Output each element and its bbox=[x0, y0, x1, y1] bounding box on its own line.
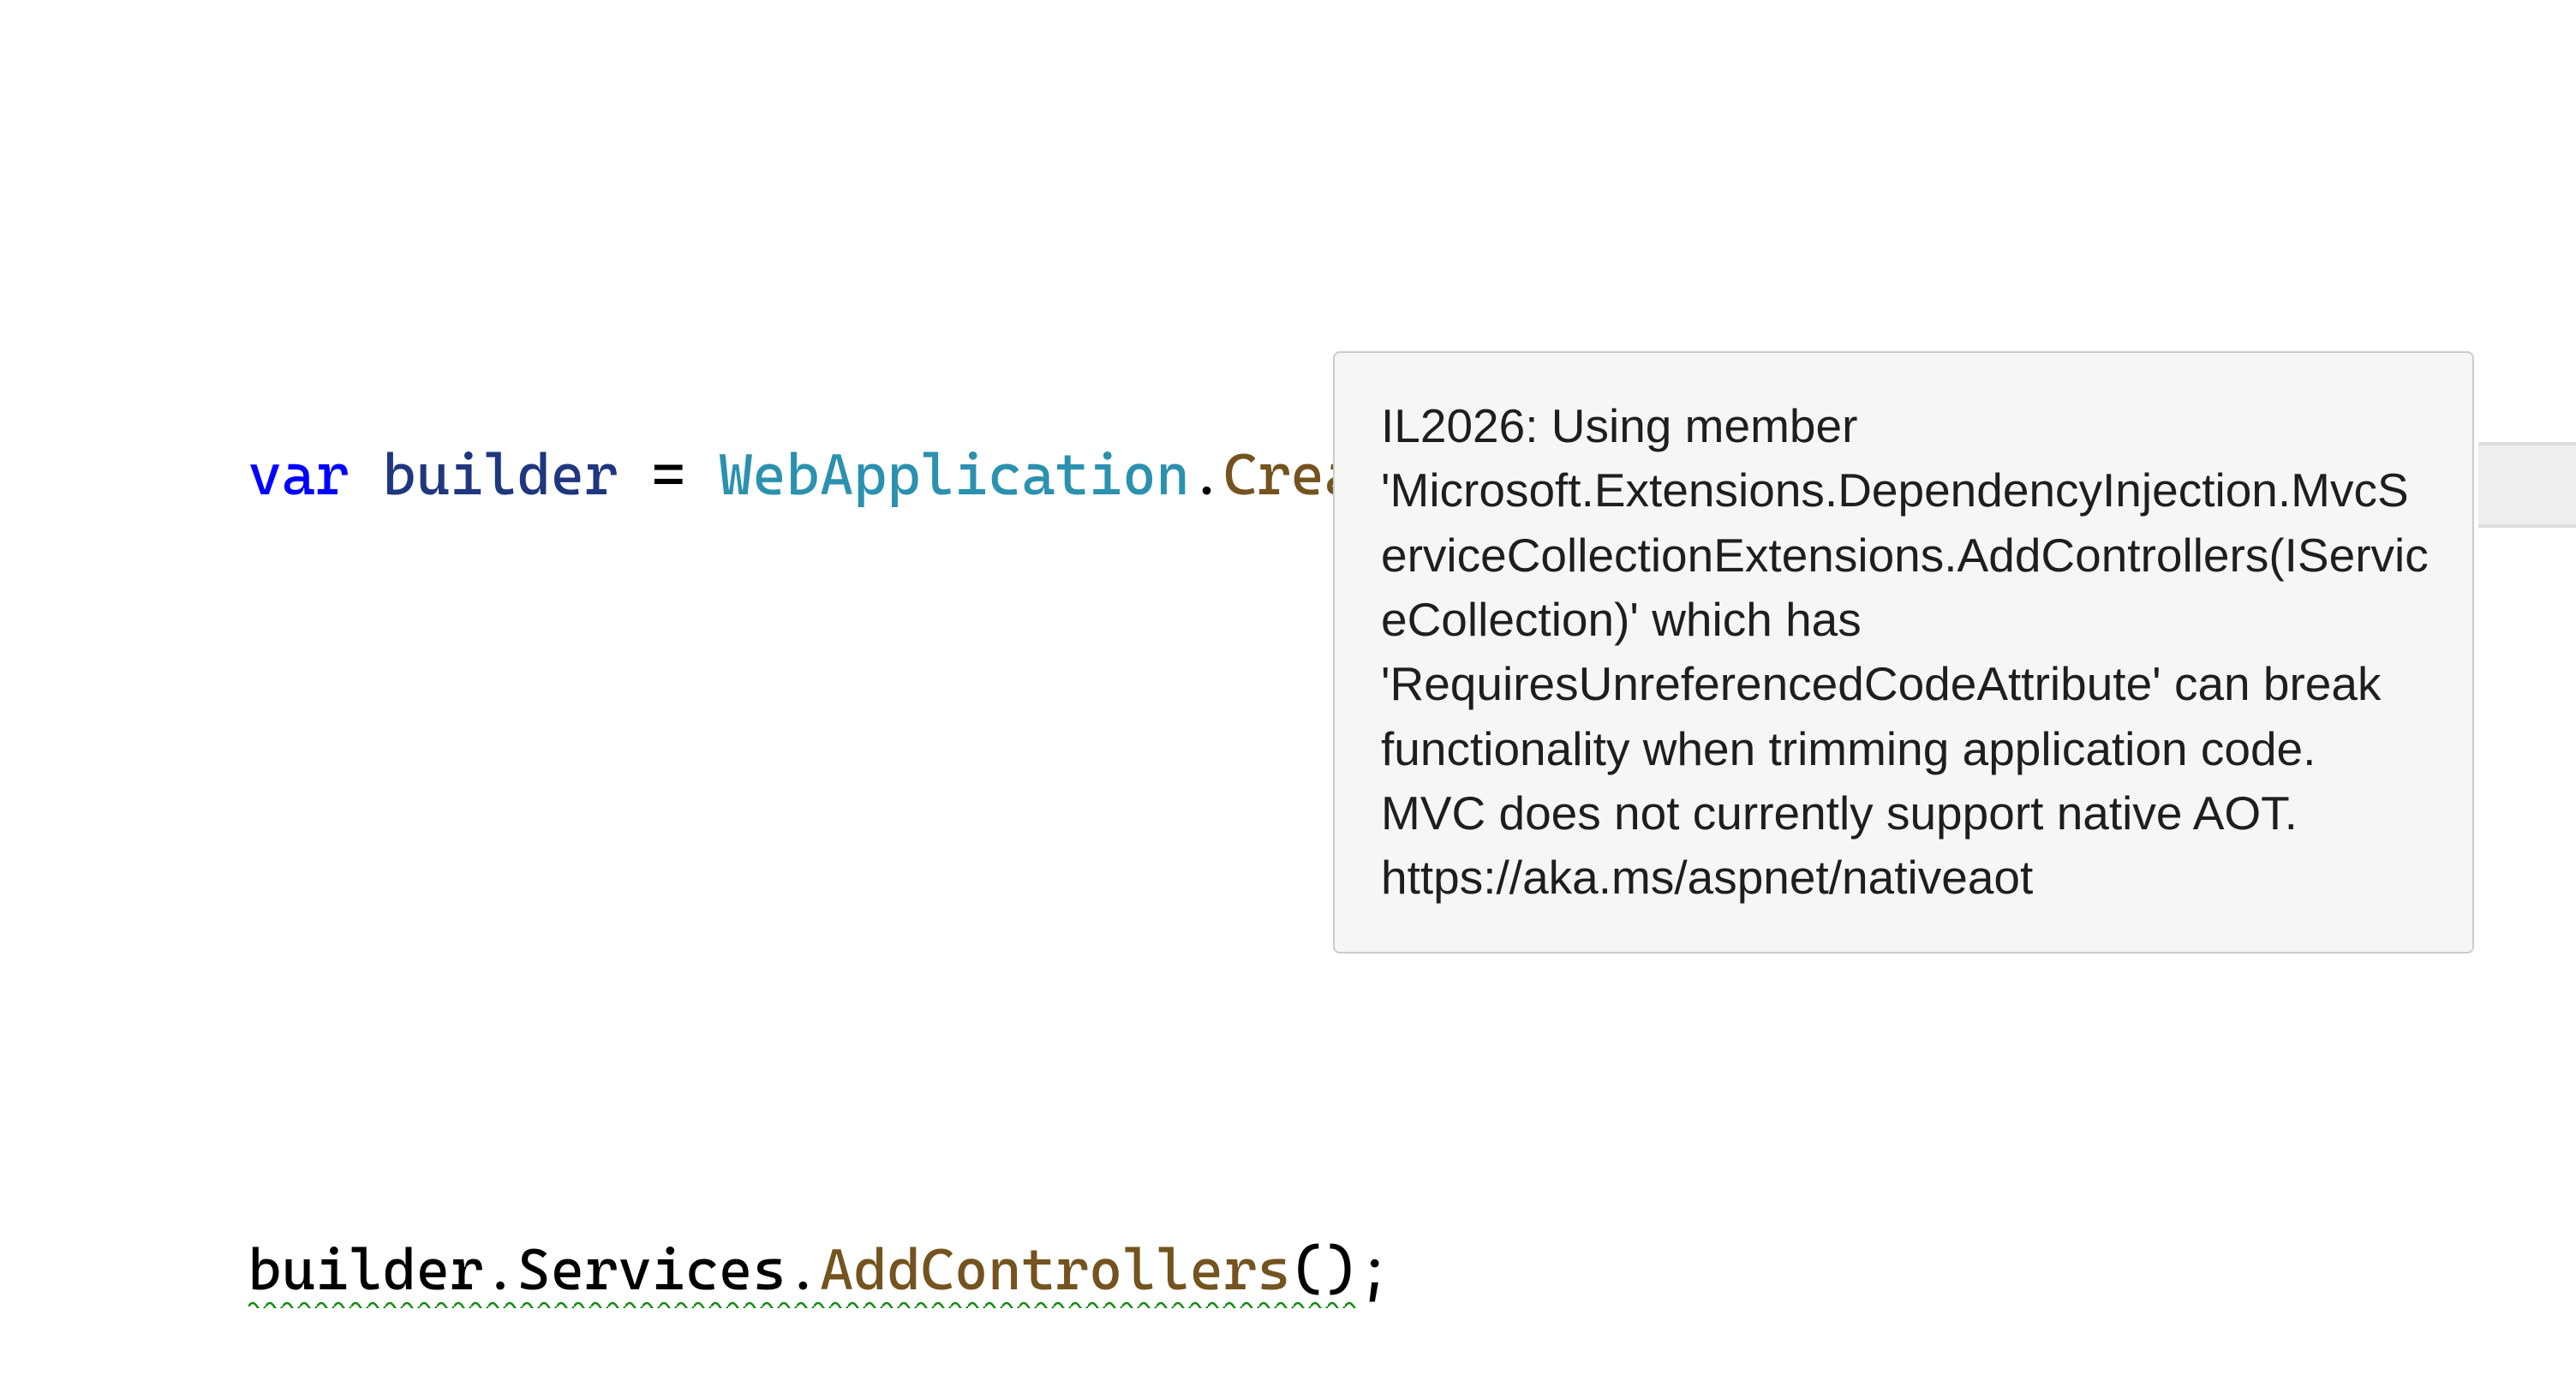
token-semicolon: ; bbox=[1358, 1236, 1391, 1303]
token-equals: = bbox=[652, 441, 685, 508]
warning-tooltip-text: IL2026: Using member 'Microsoft.Extensio… bbox=[1381, 399, 2429, 904]
token-dot: . bbox=[483, 1236, 517, 1303]
warning-tooltip: IL2026: Using member 'Microsoft.Extensio… bbox=[1333, 351, 2474, 954]
token-dot: . bbox=[786, 1236, 820, 1303]
token-keyword-var: var bbox=[248, 441, 350, 508]
token-space bbox=[349, 441, 382, 508]
token-identifier-builder: builder bbox=[383, 441, 619, 508]
warning-squiggle[interactable]: builder.Services.AddControllers() bbox=[248, 1236, 1359, 1303]
token-dot: . bbox=[1190, 441, 1223, 508]
token-space bbox=[685, 441, 719, 508]
token-space bbox=[618, 441, 651, 508]
token-parens: () bbox=[1291, 1236, 1359, 1303]
token-identifier-builder: builder bbox=[248, 1236, 484, 1303]
token-property-services: Services bbox=[517, 1236, 786, 1303]
token-method-addcontrollers: AddControllers bbox=[820, 1236, 1291, 1303]
token-type-webapplication: WebApplication bbox=[719, 441, 1190, 508]
vertical-scrollbar[interactable] bbox=[2478, 442, 2576, 528]
code-line-warning[interactable]: builder.Services.AddControllers(); bbox=[46, 1226, 2576, 1314]
